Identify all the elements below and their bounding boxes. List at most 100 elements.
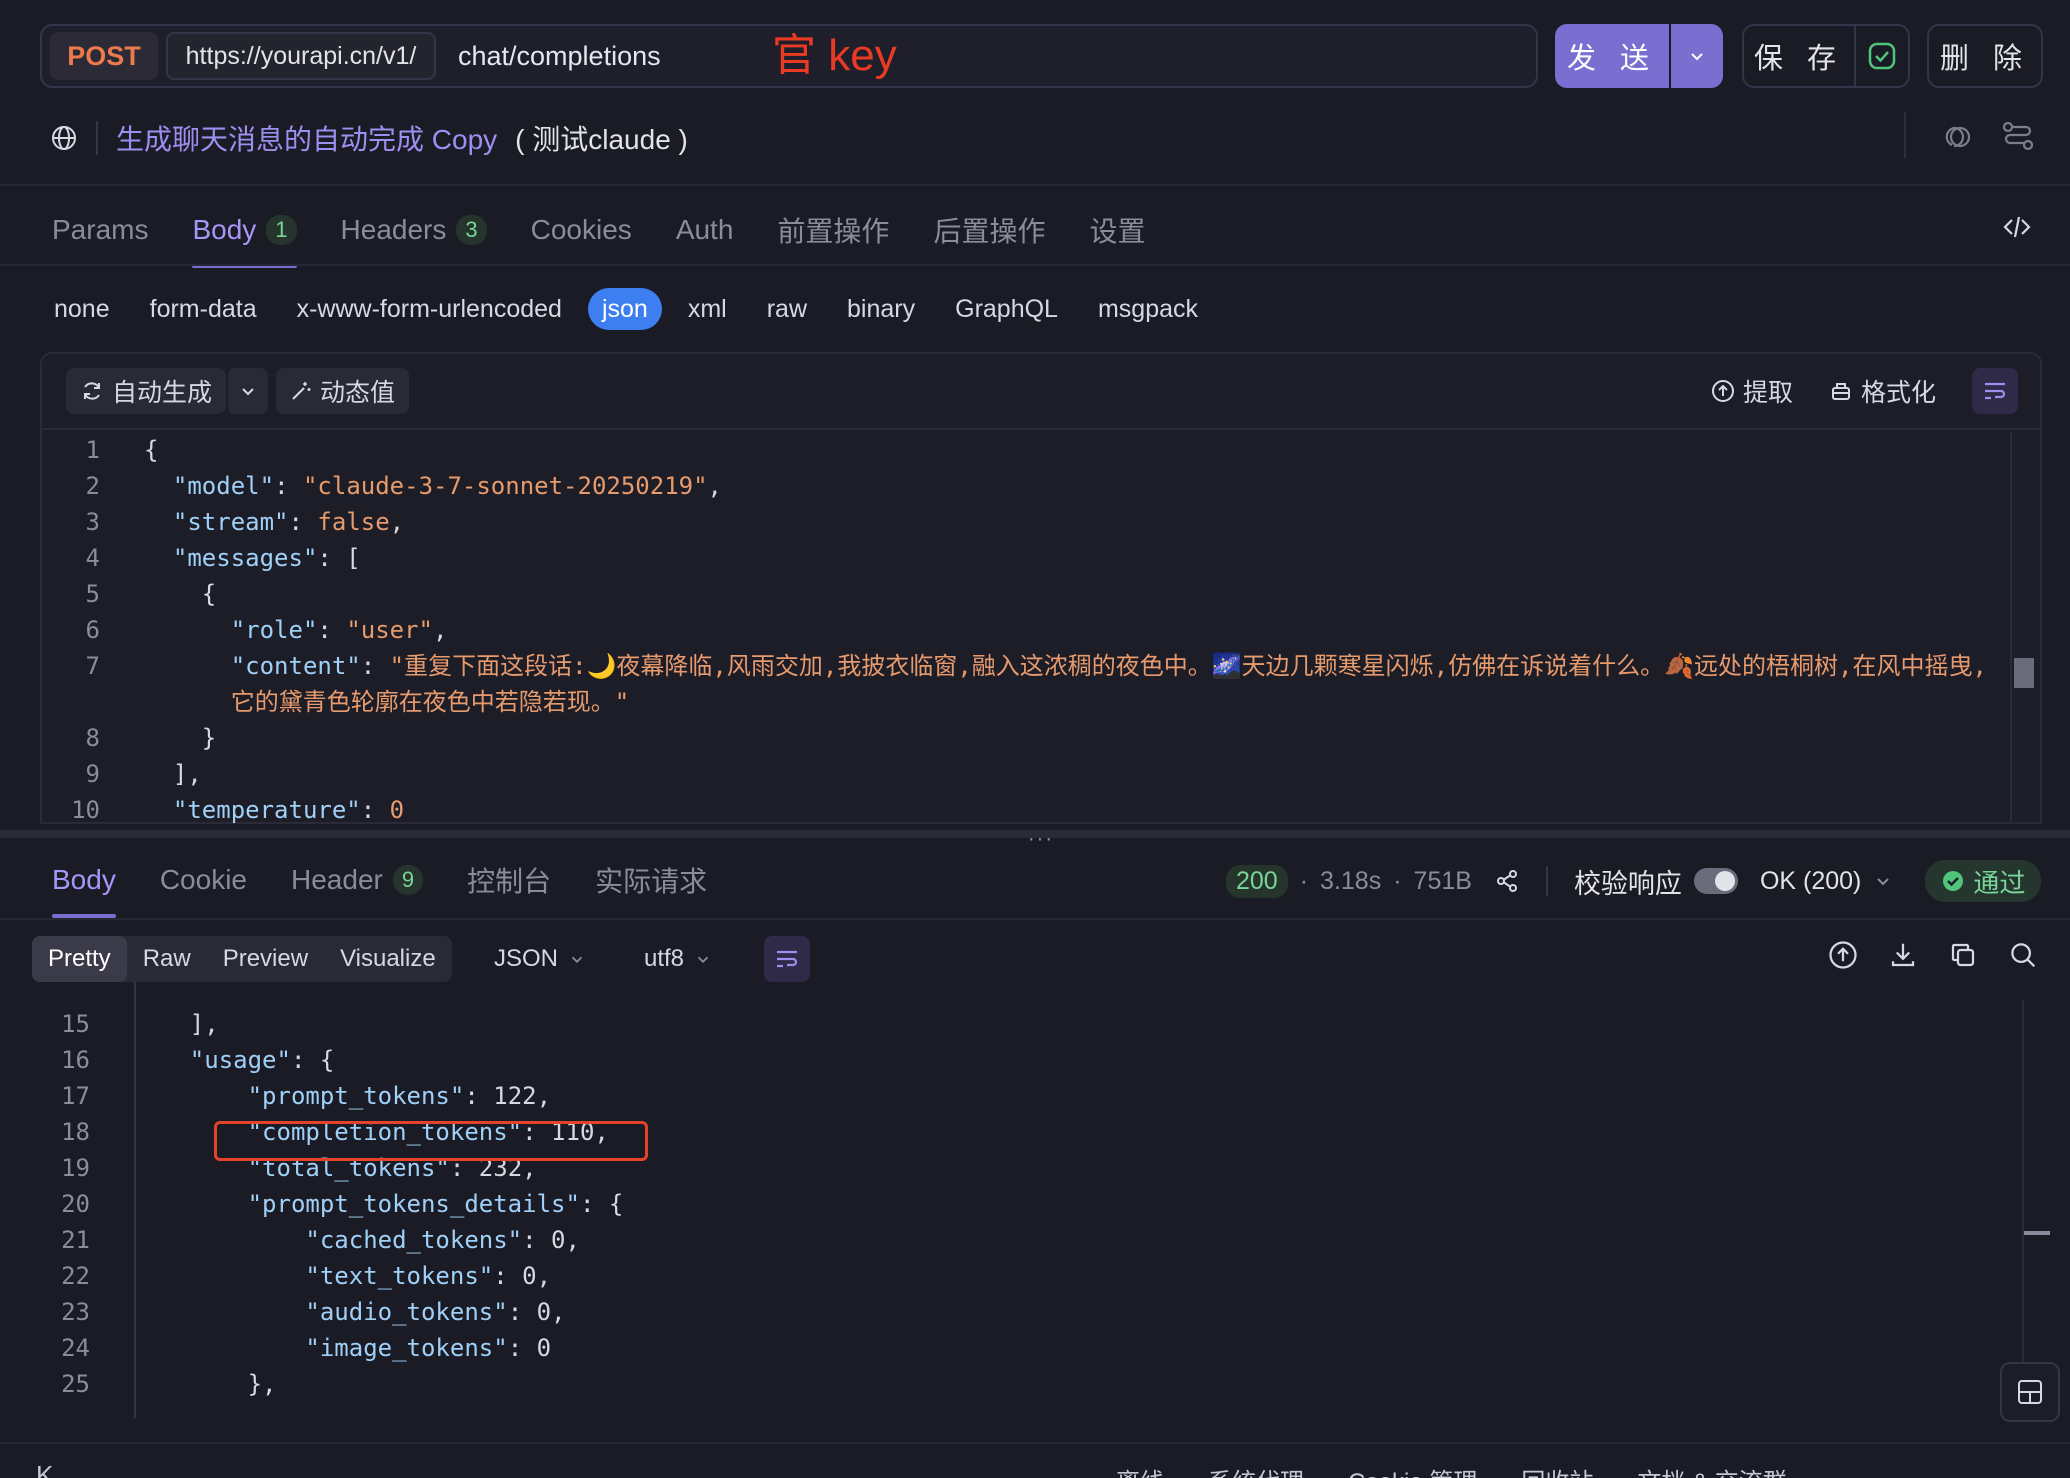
layout-panel-icon bbox=[2018, 1380, 2042, 1404]
tab-body[interactable]: Body 1 bbox=[192, 206, 297, 268]
response-word-wrap-toggle[interactable] bbox=[764, 936, 810, 982]
tab-auth[interactable]: Auth bbox=[676, 206, 734, 254]
body-type-binary[interactable]: binary bbox=[833, 288, 929, 330]
format-select[interactable]: JSON bbox=[494, 936, 586, 982]
line-number: 10 bbox=[71, 796, 100, 824]
tab-post-operations[interactable]: 后置操作 bbox=[933, 206, 1045, 254]
collapse-sidebar-button[interactable]: K bbox=[36, 1460, 53, 1478]
json-key: "image_tokens" bbox=[305, 1334, 508, 1362]
body-type-msgpack[interactable]: msgpack bbox=[1084, 288, 1212, 330]
line-number: 22 bbox=[61, 1262, 90, 1290]
validate-response-toggle[interactable] bbox=[1693, 868, 1738, 894]
chevron-down-icon[interactable] bbox=[1873, 871, 1893, 891]
response-scrollbar[interactable] bbox=[2022, 1000, 2024, 1418]
response-scroll-thumb[interactable] bbox=[2024, 1231, 2050, 1235]
tab-response-body[interactable]: Body bbox=[52, 856, 116, 918]
globe-icon[interactable] bbox=[50, 124, 78, 152]
share-flow-icon[interactable] bbox=[2000, 118, 2036, 154]
copy-icon[interactable] bbox=[1942, 120, 1976, 154]
endpoint-name[interactable]: 生成聊天消息的自动完成 Copy bbox=[116, 118, 497, 158]
tab-console[interactable]: 控制台 bbox=[467, 856, 551, 904]
editor-scrollbar[interactable] bbox=[2010, 432, 2012, 824]
share-icon[interactable] bbox=[1494, 868, 1520, 894]
view-pretty[interactable]: Pretty bbox=[32, 936, 127, 982]
code-text: "temperature": 0 bbox=[100, 792, 404, 824]
tab-headers[interactable]: Headers 3 bbox=[341, 206, 487, 254]
download-icon[interactable] bbox=[1888, 940, 1918, 970]
encoding-value: utf8 bbox=[644, 945, 685, 972]
body-type-xml[interactable]: xml bbox=[674, 288, 741, 330]
save-button[interactable]: 保 存 bbox=[1742, 24, 1856, 88]
line-number: 1 bbox=[85, 436, 100, 464]
layout-toggle-button[interactable] bbox=[2000, 1362, 2060, 1422]
body-type-graphql[interactable]: GraphQL bbox=[941, 288, 1072, 330]
json-punctuation bbox=[132, 1190, 248, 1218]
json-value: "重复下面这段话:🌙夜幕降临,风雨交加,我披衣临窗,融入这浓稠的夜色中。🌌天边几… bbox=[389, 652, 1987, 680]
chevron-down-icon bbox=[571, 956, 583, 963]
code-icon[interactable] bbox=[2002, 212, 2032, 242]
tab-pre-operations[interactable]: 前置操作 bbox=[777, 206, 889, 254]
delete-button[interactable]: 删 除 bbox=[1927, 24, 2043, 88]
method-select[interactable]: POST bbox=[50, 32, 158, 80]
docs-community[interactable]: 文档 & 交流群 bbox=[1637, 1462, 1786, 1478]
json-punctuation bbox=[132, 1334, 305, 1362]
format-button[interactable]: 格式化 bbox=[1829, 373, 1936, 409]
code-line: 4 "messages": [ bbox=[40, 540, 2010, 576]
tab-response-cookie[interactable]: Cookie bbox=[160, 856, 247, 904]
request-code-area[interactable]: 1{2 "model": "claude-3-7-sonnet-20250219… bbox=[40, 432, 2010, 824]
encoding-select[interactable]: utf8 bbox=[644, 936, 712, 982]
json-punctuation bbox=[144, 688, 231, 716]
send-button[interactable]: 发 送 bbox=[1555, 24, 1669, 88]
response-code-area[interactable]: 15 ], 16 "usage": {17 "prompt_tokens": 12… bbox=[32, 1006, 2022, 1418]
view-preview[interactable]: Preview bbox=[207, 936, 324, 982]
status-text-select[interactable]: OK (200) bbox=[1760, 867, 1861, 896]
search-icon[interactable] bbox=[2008, 940, 2038, 970]
json-value: 0 bbox=[389, 796, 405, 824]
json-punctuation: { bbox=[144, 580, 217, 608]
body-type-urlencoded[interactable]: x-www-form-urlencoded bbox=[283, 288, 576, 330]
body-type-none[interactable]: none bbox=[40, 288, 124, 330]
code-line: 6 "role": "user", bbox=[40, 612, 2010, 648]
json-punctuation bbox=[144, 472, 173, 500]
body-type-raw[interactable]: raw bbox=[753, 288, 821, 330]
dynamic-value-button[interactable]: 动态值 bbox=[276, 368, 410, 414]
json-key: "messages" bbox=[172, 544, 318, 572]
word-wrap-toggle[interactable] bbox=[1972, 368, 2018, 414]
system-proxy[interactable]: 系统代理 bbox=[1208, 1462, 1304, 1478]
url-path-input[interactable]: chat/completions bbox=[458, 32, 661, 80]
tab-settings[interactable]: 设置 bbox=[1089, 206, 1145, 254]
base-url[interactable]: https://yourapi.cn/v1/ bbox=[166, 32, 436, 80]
view-raw[interactable]: Raw bbox=[127, 936, 207, 982]
status-bar-items: 离线 系统代理 Cookie 管理 回收站 文档 & 交流群 bbox=[1116, 1462, 1787, 1478]
json-punctuation: { bbox=[144, 436, 159, 464]
editor-scroll-thumb[interactable] bbox=[2014, 658, 2034, 688]
extract-button[interactable]: 提取 bbox=[1711, 373, 1793, 409]
body-type-form-data[interactable]: form-data bbox=[136, 288, 271, 330]
send-dropdown-button[interactable] bbox=[1671, 24, 1723, 88]
code-text: "image_tokens": 0 bbox=[90, 1330, 551, 1366]
upload-circle-icon[interactable] bbox=[1828, 940, 1858, 970]
body-type-json[interactable]: json bbox=[587, 288, 662, 330]
tab-response-header[interactable]: Header 9 bbox=[291, 856, 424, 904]
offline-status[interactable]: 离线 bbox=[1116, 1462, 1164, 1478]
json-punctuation bbox=[132, 1298, 305, 1326]
tab-params[interactable]: Params bbox=[52, 206, 148, 254]
auto-generate-dropdown[interactable] bbox=[226, 368, 269, 414]
drag-handle-icon[interactable]: ··· bbox=[1028, 828, 1054, 851]
tab-cookies[interactable]: Cookies bbox=[531, 206, 632, 254]
view-visualize[interactable]: Visualize bbox=[324, 936, 452, 982]
chevron-down-icon bbox=[1691, 53, 1703, 61]
save-options-button[interactable] bbox=[1856, 24, 1910, 88]
tab-actual-request[interactable]: 实际请求 bbox=[595, 856, 707, 904]
endpoint-env-label: ( 测试claude ) bbox=[515, 124, 688, 155]
response-status-bar: 200 · 3.18s · 751B 校验响应 OK (200) 通过 bbox=[1226, 860, 2042, 902]
auto-generate-button[interactable]: 自动生成 bbox=[66, 368, 227, 414]
copy-icon[interactable] bbox=[1948, 940, 1978, 970]
json-punctuation: : { bbox=[290, 1046, 335, 1074]
code-line: 8 } bbox=[40, 720, 2010, 756]
json-value: "claude-3-7-sonnet-20250219" bbox=[302, 472, 708, 500]
cookie-manager[interactable]: Cookie 管理 bbox=[1348, 1462, 1477, 1478]
recycle-bin[interactable]: 回收站 bbox=[1521, 1462, 1593, 1478]
line-number: 2 bbox=[85, 472, 100, 500]
response-view-tabs: Pretty Raw Preview Visualize bbox=[32, 936, 452, 982]
